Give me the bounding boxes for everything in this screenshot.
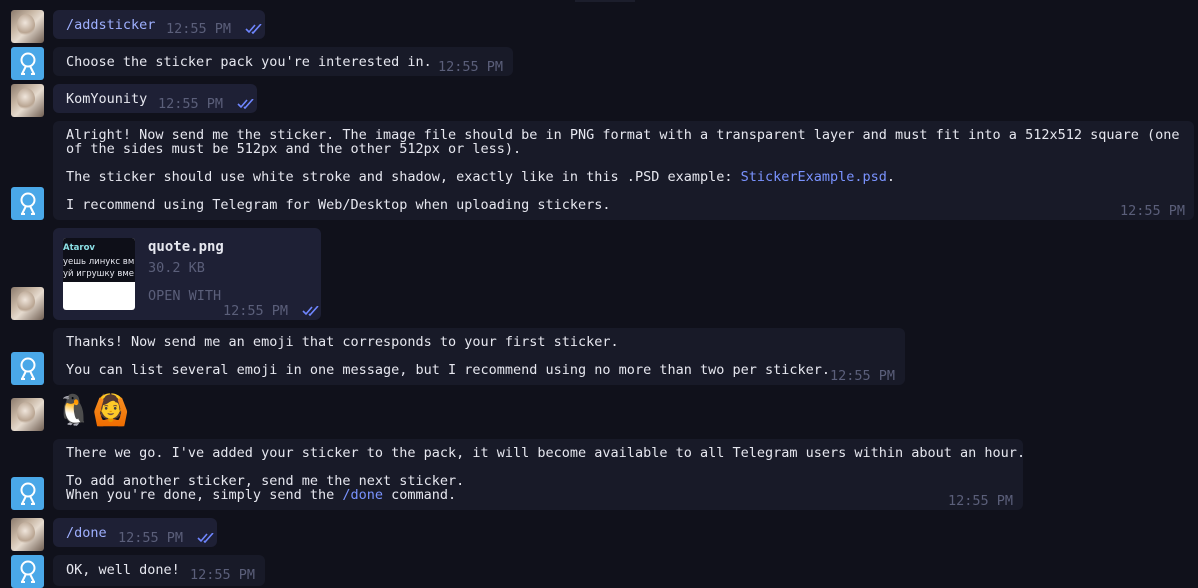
bot-avatar[interactable]	[11, 555, 44, 588]
message-line: When you're done, simply send the /done …	[66, 488, 1010, 502]
top-divider	[575, 0, 635, 2]
bot-logo-icon	[20, 52, 36, 75]
message-text: /addsticker	[66, 17, 156, 33]
user-avatar[interactable]	[11, 287, 44, 320]
message-time: 12:55 PM	[1120, 203, 1186, 219]
emoji-message[interactable]: 🐧🙆	[55, 393, 130, 429]
double-check-icon	[237, 99, 254, 109]
bot-avatar[interactable]	[11, 187, 44, 220]
outgoing-message[interactable]: /done 12:55 PM	[53, 518, 217, 547]
message-text: /done	[66, 525, 107, 541]
done-command-link[interactable]: /done	[342, 487, 383, 503]
incoming-message[interactable]: OK, well done! 12:55 PM	[53, 555, 265, 586]
thumbnail-text: уй игрушку вме	[63, 269, 134, 279]
file-name: quote.png	[148, 239, 224, 255]
bot-logo-icon	[20, 560, 36, 583]
psd-example-link[interactable]: StickerExample.psd	[741, 169, 887, 185]
message-text: Choose the sticker pack you're intereste…	[66, 54, 432, 70]
incoming-message[interactable]: Choose the sticker pack you're intereste…	[53, 47, 513, 76]
message-time: 12:55 PM	[830, 368, 896, 384]
incoming-message[interactable]: Alright! Now send me the sticker. The im…	[53, 121, 1194, 220]
message-line: I recommend using Telegram for Web/Deskt…	[66, 197, 611, 213]
outgoing-message[interactable]: /addsticker 12:55 PM	[53, 10, 265, 39]
message-line-text: When you're done, simply send the	[66, 487, 343, 503]
message-time: 12:55 PM	[158, 96, 255, 112]
message-time: 12:55 PM	[190, 567, 256, 583]
double-check-icon	[197, 533, 214, 543]
bot-avatar[interactable]	[11, 477, 44, 510]
user-avatar[interactable]	[11, 10, 44, 43]
time-label: 12:55 PM	[223, 303, 289, 319]
message-time: 12:55 PM	[438, 59, 504, 75]
outgoing-message[interactable]: KomYounity 12:55 PM	[53, 84, 257, 113]
file-thumbnail[interactable]: Atarov уешь линукс вм уй игрушку вме	[63, 238, 135, 310]
incoming-message[interactable]: There we go. I've added your sticker to …	[53, 439, 1026, 510]
time-label: 12:55 PM	[118, 530, 184, 546]
bot-avatar[interactable]	[11, 47, 44, 80]
double-check-icon	[245, 24, 262, 34]
outgoing-file-message[interactable]: Atarov уешь линукс вм уй игрушку вме quo…	[53, 228, 321, 320]
bot-logo-icon	[20, 482, 36, 505]
message-line: You can list several emoji in one messag…	[66, 362, 831, 378]
message-text: KomYounity	[66, 91, 148, 107]
message-line-text: command.	[382, 487, 457, 503]
message-time: 12:55 PM	[948, 493, 1014, 509]
message-line: Alright! Now send me the sticker. The im…	[66, 127, 1180, 143]
message-time: 12:55 PM	[118, 530, 215, 546]
message-text: OK, well done!	[66, 562, 180, 578]
message-time: 12:55 PM	[223, 303, 320, 319]
user-avatar[interactable]	[11, 398, 44, 431]
double-check-icon	[302, 306, 319, 316]
message-line: Thanks! Now send me an emoji that corres…	[66, 334, 619, 350]
time-label: 12:55 PM	[158, 96, 224, 112]
message-time: 12:55 PM	[166, 21, 263, 37]
message-line-text: The sticker should use white stroke and …	[66, 169, 741, 185]
bot-logo-icon	[20, 192, 36, 215]
thumbnail-text: уешь линукс вм	[63, 257, 135, 267]
message-line-text: .	[886, 169, 896, 185]
bot-logo-icon	[20, 357, 36, 380]
thumbnail-title: Atarov	[63, 243, 95, 253]
bot-avatar[interactable]	[11, 352, 44, 385]
message-line: There we go. I've added your sticker to …	[66, 445, 1026, 461]
message-line: The sticker should use white stroke and …	[66, 170, 1181, 184]
time-label: 12:55 PM	[166, 21, 232, 37]
incoming-message[interactable]: Thanks! Now send me an emoji that corres…	[53, 328, 905, 385]
user-avatar[interactable]	[11, 84, 44, 117]
file-size: 30.2 KB	[148, 260, 205, 276]
user-avatar[interactable]	[11, 518, 44, 551]
open-with-button[interactable]: OPEN WITH	[148, 288, 221, 304]
message-line: To add another sticker, send me the next…	[66, 473, 465, 489]
message-line: of the sides must be 512px and the other…	[66, 141, 522, 157]
